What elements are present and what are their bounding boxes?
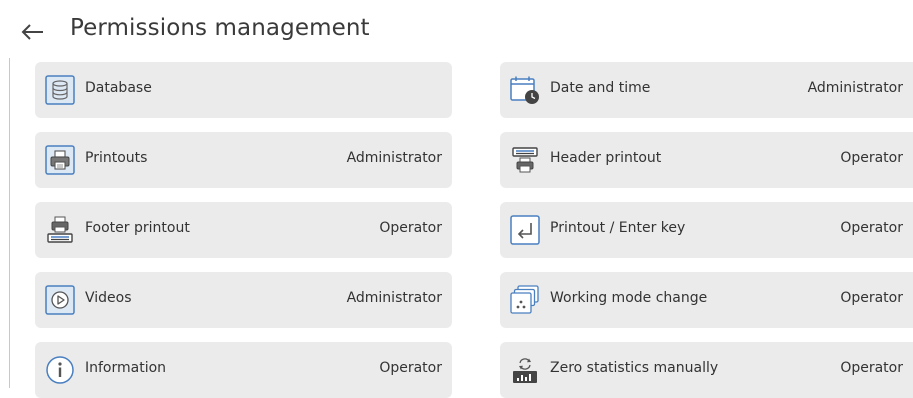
setting-videos[interactable]: Videos Administrator xyxy=(35,272,452,328)
setting-date-and-time[interactable]: Date and time Administrator xyxy=(500,62,913,118)
setting-database[interactable]: Database xyxy=(35,62,452,118)
working-mode-icon xyxy=(510,285,540,315)
setting-footer-printout[interactable]: Footer printout Operator xyxy=(35,202,452,258)
setting-working-mode-change[interactable]: Working mode change Operator xyxy=(500,272,913,328)
setting-label: Working mode change xyxy=(550,290,708,306)
left-divider xyxy=(9,58,10,388)
setting-label: Printout / Enter key xyxy=(550,220,686,236)
setting-zero-statistics-manually[interactable]: Zero statistics manually Operator xyxy=(500,342,913,398)
info-icon xyxy=(45,355,75,385)
setting-value: Administrator xyxy=(346,290,442,306)
setting-value: Operator xyxy=(840,150,903,166)
header-printout-icon xyxy=(510,145,540,175)
setting-label: Header printout xyxy=(550,150,662,166)
setting-value: Operator xyxy=(840,220,903,236)
printer-icon xyxy=(45,145,75,175)
setting-label: Videos xyxy=(85,290,132,306)
setting-header-printout[interactable]: Header printout Operator xyxy=(500,132,913,188)
setting-value: Administrator xyxy=(346,150,442,166)
setting-printouts[interactable]: Printouts Administrator xyxy=(35,132,452,188)
play-video-icon xyxy=(45,285,75,315)
setting-label: Database xyxy=(85,80,152,96)
calendar-clock-icon xyxy=(510,75,540,105)
setting-label: Printouts xyxy=(85,150,148,166)
page-header: Permissions management xyxy=(0,0,913,58)
setting-printout-enter-key[interactable]: Printout / Enter key Operator xyxy=(500,202,913,258)
setting-label: Information xyxy=(85,360,167,376)
setting-value: Administrator xyxy=(807,80,903,96)
page-title: Permissions management xyxy=(70,15,370,41)
setting-value: Operator xyxy=(379,360,442,376)
setting-label: Footer printout xyxy=(85,220,190,236)
setting-label: Zero statistics manually xyxy=(550,360,719,376)
setting-value: Operator xyxy=(379,220,442,236)
setting-label: Date and time xyxy=(550,80,651,96)
back-arrow-icon[interactable] xyxy=(20,19,46,45)
enter-key-icon xyxy=(510,215,540,245)
database-icon xyxy=(45,75,75,105)
setting-information[interactable]: Information Operator xyxy=(35,342,452,398)
setting-value: Operator xyxy=(840,290,903,306)
footer-printout-icon xyxy=(45,215,75,245)
setting-value: Operator xyxy=(840,360,903,376)
zero-statistics-icon xyxy=(510,355,540,385)
